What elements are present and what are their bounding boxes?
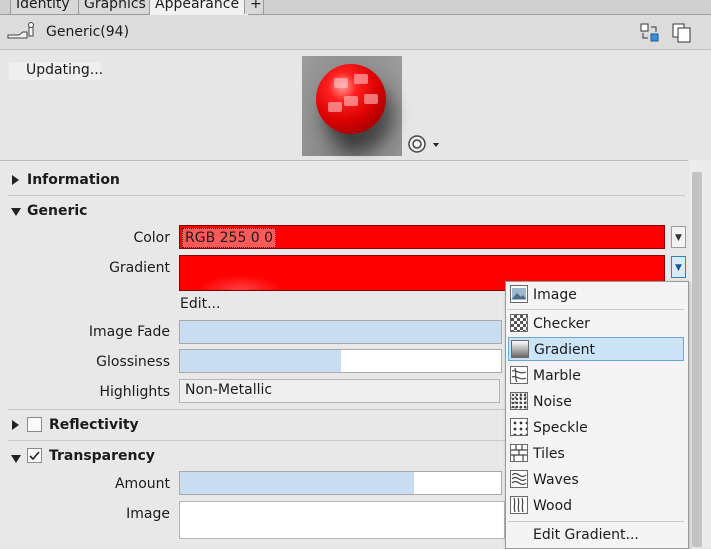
glossiness-slider[interactable] bbox=[179, 349, 502, 373]
menu-divider bbox=[508, 309, 684, 310]
divider bbox=[8, 440, 505, 441]
scrollbar[interactable] bbox=[689, 160, 711, 547]
color-swatch-field[interactable]: RGB 255 0 0 bbox=[179, 225, 665, 249]
scrollbar-thumb[interactable] bbox=[692, 172, 702, 547]
tab-graphics[interactable]: Graphics bbox=[78, 0, 153, 14]
expand-arrow-icon[interactable] bbox=[11, 174, 21, 186]
gradient-label: Gradient bbox=[109, 260, 170, 276]
tab-add-button[interactable]: + bbox=[244, 0, 264, 14]
material-swap-icon[interactable] bbox=[7, 22, 41, 42]
menu-item-label: Gradient bbox=[534, 342, 595, 358]
menu-item-label: Edit Gradient... bbox=[533, 527, 639, 543]
menu-item-edit-gradient[interactable]: Edit Gradient... bbox=[508, 523, 684, 547]
preview-options-icon[interactable] bbox=[407, 134, 443, 154]
tab-label: + bbox=[250, 0, 262, 12]
menu-item-tiles[interactable]: Tiles bbox=[508, 442, 684, 466]
collapse-arrow-icon[interactable] bbox=[10, 452, 22, 463]
highlights-value: Non-Metallic bbox=[185, 382, 273, 398]
menu-item-image[interactable]: Image bbox=[508, 283, 684, 307]
amount-slider[interactable] bbox=[179, 471, 502, 495]
reflectivity-checkbox[interactable] bbox=[27, 417, 42, 432]
menu-item-label: Waves bbox=[533, 472, 579, 488]
checkmark-icon bbox=[29, 451, 40, 461]
duplicate-asset-icon[interactable] bbox=[671, 23, 693, 43]
tab-identity[interactable]: Identity bbox=[10, 0, 82, 14]
section-generic[interactable]: Generic bbox=[27, 203, 87, 219]
menu-item-label: Image bbox=[533, 287, 577, 303]
image-fade-slider[interactable] bbox=[179, 320, 502, 344]
gradient-edit-link[interactable]: Edit... bbox=[180, 296, 220, 312]
menu-item-gradient[interactable]: Gradient bbox=[508, 337, 684, 361]
gradient-icon bbox=[511, 340, 529, 358]
menu-item-label: Noise bbox=[533, 394, 572, 410]
gradient-dropdown-button[interactable]: ▼ bbox=[671, 256, 686, 278]
checker-icon bbox=[510, 314, 528, 332]
menu-item-label: Marble bbox=[533, 368, 581, 384]
menu-item-label: Checker bbox=[533, 316, 590, 332]
menu-item-waves[interactable]: Waves bbox=[508, 468, 684, 492]
waves-icon bbox=[510, 470, 528, 488]
transparency-checkbox[interactable] bbox=[27, 448, 42, 463]
menu-item-marble[interactable]: Marble bbox=[508, 364, 684, 388]
marble-icon bbox=[510, 366, 528, 384]
wood-icon bbox=[510, 496, 528, 514]
image-icon bbox=[510, 285, 528, 303]
asset-title: Generic(94) bbox=[46, 24, 130, 40]
glossiness-label: Glossiness bbox=[96, 354, 170, 370]
expand-arrow-icon[interactable] bbox=[11, 419, 21, 431]
tab-label: Appearance bbox=[155, 0, 240, 12]
amount-fill bbox=[180, 472, 415, 494]
transparency-image-field[interactable] bbox=[179, 501, 505, 539]
tab-label: Identity bbox=[16, 0, 70, 12]
divider bbox=[8, 409, 505, 410]
section-reflectivity[interactable]: Reflectivity bbox=[49, 417, 139, 433]
image-fade-fill bbox=[180, 321, 501, 343]
color-label: Color bbox=[133, 230, 170, 246]
color-value: RGB 255 0 0 bbox=[182, 228, 277, 248]
noise-icon bbox=[510, 392, 528, 410]
menu-divider bbox=[508, 521, 684, 522]
menu-item-label: Speckle bbox=[533, 420, 588, 436]
menu-item-label: Wood bbox=[533, 498, 573, 514]
section-information[interactable]: Information bbox=[27, 172, 120, 188]
color-dropdown-button[interactable]: ▼ bbox=[671, 226, 686, 248]
collapse-arrow-icon[interactable] bbox=[10, 205, 22, 216]
amount-label: Amount bbox=[114, 476, 170, 492]
highlights-label: Highlights bbox=[99, 384, 171, 400]
menu-item-checker[interactable]: Checker bbox=[508, 312, 684, 336]
glossiness-fill bbox=[180, 350, 341, 372]
tab-appearance[interactable]: Appearance bbox=[149, 0, 249, 15]
highlights-select[interactable]: Non-Metallic bbox=[179, 379, 500, 403]
divider bbox=[8, 195, 685, 196]
preview-sphere bbox=[316, 64, 386, 134]
tab-label: Graphics bbox=[84, 0, 146, 12]
image-fade-label: Image Fade bbox=[88, 324, 170, 340]
status-text: Updating... bbox=[26, 62, 104, 78]
map-type-dropdown-menu: Image Checker Gradient Marble Noise Spec… bbox=[505, 281, 689, 549]
image-label: Image bbox=[126, 506, 170, 522]
speckle-icon bbox=[510, 418, 528, 436]
section-transparency[interactable]: Transparency bbox=[49, 448, 155, 464]
tiles-icon bbox=[510, 444, 528, 462]
material-preview-thumbnail bbox=[302, 56, 402, 156]
menu-item-label: Tiles bbox=[533, 446, 565, 462]
menu-item-wood[interactable]: Wood bbox=[508, 494, 684, 518]
menu-item-speckle[interactable]: Speckle bbox=[508, 416, 684, 440]
replace-asset-icon[interactable] bbox=[640, 23, 660, 43]
menu-item-noise[interactable]: Noise bbox=[508, 390, 684, 414]
